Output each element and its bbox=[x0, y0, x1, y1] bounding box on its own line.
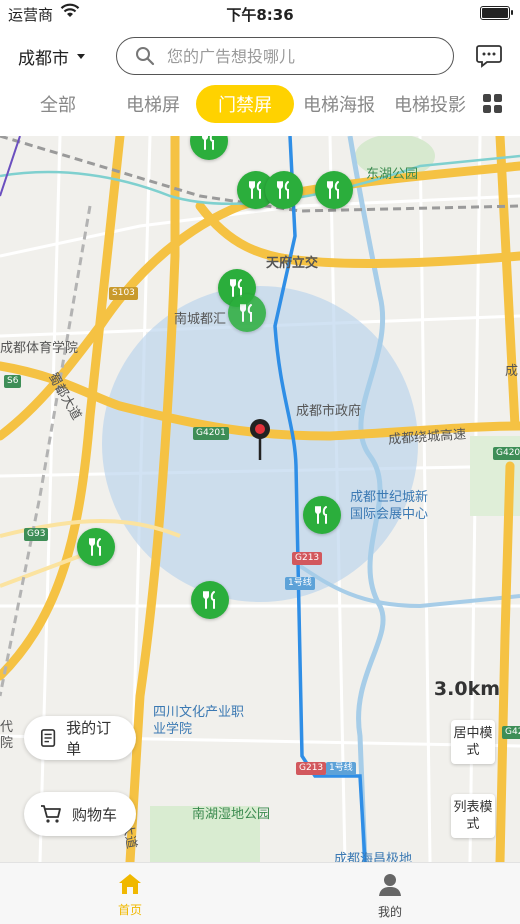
tab-elevator-poster[interactable]: 电梯海报 bbox=[298, 85, 380, 123]
map-label-sports: 成都体育学院 bbox=[0, 341, 79, 356]
poi-marker[interactable] bbox=[191, 581, 229, 619]
cutlery-icon bbox=[240, 304, 252, 322]
status-bar: 运营商 下午8:36 bbox=[0, 0, 520, 28]
road-shield-g4201: G4201 bbox=[193, 427, 229, 440]
cutlery-icon bbox=[249, 181, 261, 199]
order-list-icon bbox=[40, 729, 56, 747]
map-label-donghu: 东湖公园 bbox=[366, 167, 419, 182]
map-label-edge-yuan: 院 bbox=[0, 736, 14, 751]
map-label-college: 四川文化产业职业学院 bbox=[153, 705, 245, 737]
cart-icon bbox=[41, 805, 61, 823]
road-shield-g213: G213 bbox=[292, 552, 323, 565]
battery-icon bbox=[480, 6, 513, 20]
search-box[interactable] bbox=[116, 37, 454, 75]
poi-marker[interactable] bbox=[265, 171, 303, 209]
road-shield-s6: S6 bbox=[4, 375, 22, 388]
map-view[interactable]: 东湖公园 天府立交 南城都汇 成都体育学院 蜀都大道 成都市政府 成都绕城高速 … bbox=[0, 136, 520, 862]
cart-button[interactable]: 购物车 bbox=[24, 792, 136, 836]
clock: 下午8:36 bbox=[226, 6, 294, 24]
cutlery-icon bbox=[277, 181, 289, 199]
map-label-expo: 成都世纪城新国际会展中心 bbox=[350, 490, 429, 522]
user-icon bbox=[379, 874, 401, 896]
map-label-tianfu: 天府立交 bbox=[266, 256, 319, 271]
poi-marker[interactable] bbox=[77, 528, 115, 566]
map-label-haichang: 成都海昌极地 bbox=[334, 852, 413, 862]
tabbar-mine[interactable]: 我的 bbox=[350, 873, 430, 920]
cutlery-icon bbox=[203, 591, 215, 609]
road-shield-g93: G93 bbox=[24, 528, 49, 541]
road-shield-g4201b: G4201 bbox=[493, 447, 520, 460]
search-input[interactable] bbox=[167, 46, 427, 66]
poi-marker[interactable] bbox=[315, 171, 353, 209]
map-label-line1: 1号线 bbox=[285, 577, 315, 590]
search-icon bbox=[136, 47, 155, 66]
cutlery-icon bbox=[202, 136, 214, 150]
tab-elevator-projection[interactable]: 电梯投影 bbox=[388, 85, 472, 123]
header: 成都市 bbox=[0, 30, 520, 82]
road-shield-s103: S103 bbox=[109, 287, 138, 300]
grid-menu-icon[interactable] bbox=[483, 94, 502, 113]
road-shield-g213b: G213 bbox=[296, 762, 327, 775]
location-pin-icon[interactable] bbox=[249, 418, 271, 462]
message-icon[interactable] bbox=[476, 44, 502, 68]
tabbar-home[interactable]: 首页 bbox=[90, 873, 170, 918]
center-mode-button[interactable]: 居中模式 bbox=[451, 720, 495, 764]
home-icon bbox=[119, 874, 141, 894]
my-orders-label: 我的订单 bbox=[66, 719, 112, 758]
cutlery-icon bbox=[89, 538, 101, 556]
map-label-wetland: 南湖湿地公园 bbox=[192, 807, 271, 822]
category-tabs: 全部 电梯屏 门禁屏 电梯海报 电梯投影 bbox=[0, 82, 520, 126]
map-scale: 3.0km bbox=[433, 678, 500, 700]
cutlery-icon bbox=[327, 181, 339, 199]
bottom-tab-bar: 首页 我的 bbox=[0, 862, 520, 924]
map-label-edge-cheng: 成 bbox=[505, 364, 519, 379]
city-label: 成都市 bbox=[18, 49, 69, 69]
poi-marker[interactable] bbox=[228, 294, 266, 332]
tabbar-home-label: 首页 bbox=[117, 903, 142, 917]
map-label-nancheng: 南城都汇 bbox=[174, 312, 227, 327]
caret-down-icon bbox=[77, 54, 85, 59]
tab-access-screen[interactable]: 门禁屏 bbox=[196, 85, 294, 123]
map-label-gov: 成都市政府 bbox=[296, 404, 362, 419]
poi-marker[interactable] bbox=[303, 496, 341, 534]
map-label-line1b: 1号线 bbox=[326, 762, 356, 775]
tab-elevator-screen[interactable]: 电梯屏 bbox=[118, 85, 188, 123]
cart-label: 购物车 bbox=[72, 805, 118, 824]
list-mode-button[interactable]: 列表模式 bbox=[451, 794, 495, 838]
tabbar-mine-label: 我的 bbox=[377, 905, 402, 919]
cutlery-icon bbox=[315, 506, 327, 524]
tab-all[interactable]: 全部 bbox=[26, 85, 90, 123]
road-shield-g42: G42 bbox=[502, 726, 520, 739]
city-selector[interactable]: 成都市 bbox=[18, 44, 85, 69]
my-orders-button[interactable]: 我的订单 bbox=[24, 716, 136, 760]
